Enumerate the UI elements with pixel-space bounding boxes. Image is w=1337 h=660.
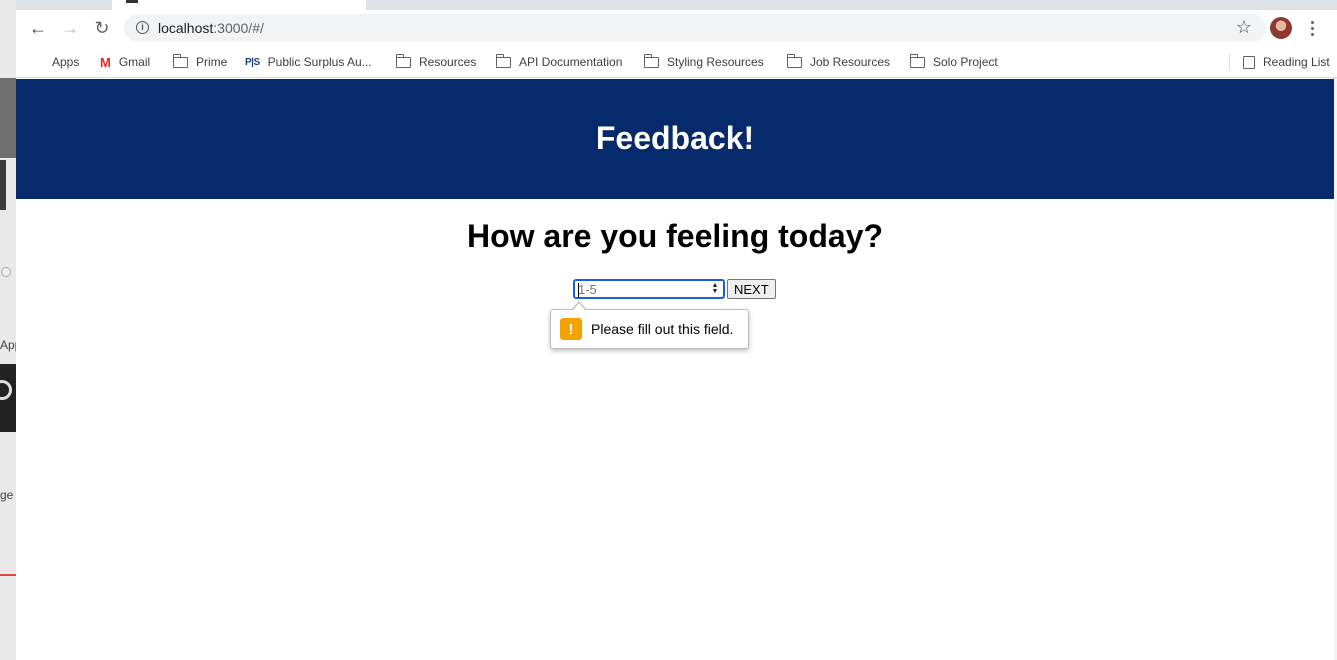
bookmark-styling-resources[interactable]: Styling Resources	[644, 52, 764, 72]
validation-message: Please fill out this field.	[591, 321, 734, 337]
folder-icon	[496, 53, 511, 68]
profile-avatar[interactable]	[1270, 17, 1292, 39]
reading-list-icon	[1243, 55, 1255, 69]
reload-icon[interactable]: ↻	[90, 16, 114, 40]
bookmark-star-icon[interactable]: ☆	[1236, 17, 1252, 38]
url-path: :3000/#/	[213, 20, 264, 36]
bookmark-label: Styling Resources	[667, 55, 764, 69]
browser-menu-icon[interactable]	[1306, 17, 1318, 39]
bookmark-job-resources[interactable]: Job Resources	[787, 52, 890, 72]
url-host: localhost	[158, 20, 214, 36]
background-window-edge: App ge	[0, 0, 16, 660]
bookmark-gmail[interactable]: M Gmail	[100, 52, 150, 72]
folder-icon	[396, 53, 411, 68]
number-spinner-icon[interactable]: ▲ ▼	[711, 282, 719, 296]
bookmark-label: Gmail	[118, 55, 151, 69]
page-title: Feedback!	[595, 119, 755, 156]
reading-list-button[interactable]: Reading List	[1243, 52, 1330, 72]
url-text[interactable]: localhost:3000/#/	[158, 20, 264, 36]
bookmark-prime[interactable]: Prime	[173, 52, 227, 72]
back-arrow-icon[interactable]: ←	[26, 16, 50, 40]
browser-toolbar: ← → ↻ i localhost:3000/#/ ☆	[16, 10, 1337, 46]
feedback-form: 1-5 ▲ ▼ NEXT	[573, 279, 776, 299]
site-info-icon[interactable]: i	[136, 21, 149, 34]
input-placeholder: 1-5	[578, 282, 597, 297]
folder-icon	[787, 53, 802, 68]
question-heading: How are you feeling today?	[466, 218, 884, 254]
next-button[interactable]: NEXT	[727, 279, 776, 299]
tab-strip	[16, 0, 1337, 10]
bookmark-label: Apps	[52, 55, 80, 69]
bookmark-label: API Documentation	[519, 55, 623, 69]
public-surplus-icon: P|S	[245, 56, 260, 68]
bookmark-label: Job Resources	[810, 55, 891, 69]
bookmark-apps[interactable]: Apps	[30, 52, 79, 72]
feeling-rating-input[interactable]: 1-5 ▲ ▼	[573, 279, 725, 299]
bookmark-label: Resources	[419, 55, 477, 69]
gmail-icon: M	[100, 54, 111, 70]
bookmark-api-documentation[interactable]: API Documentation	[496, 52, 622, 72]
bookmark-label: Prime	[196, 55, 228, 69]
bookmark-public-surplus[interactable]: P|S Public Surplus Au...	[245, 52, 372, 72]
forward-arrow-icon[interactable]: →	[58, 16, 82, 40]
folder-icon	[644, 53, 659, 68]
bookmark-label: Public Surplus Au...	[267, 55, 372, 69]
folder-icon	[173, 53, 188, 68]
active-tab[interactable]	[112, 0, 366, 10]
bookmark-solo-project[interactable]: Solo Project	[910, 52, 998, 72]
reading-list-label: Reading List	[1263, 55, 1330, 69]
bookmark-label: Solo Project	[933, 55, 998, 69]
warning-icon: !	[560, 318, 582, 340]
bookmarks-bar: Apps M Gmail Prime P|S Public Surplus Au…	[16, 46, 1337, 78]
text-caret	[578, 283, 579, 297]
folder-icon	[910, 53, 925, 68]
app-header: Feedback!	[16, 79, 1334, 199]
page-content: Feedback! How are you feeling today? 1-5…	[16, 79, 1334, 660]
bookmarks-separator	[1229, 54, 1230, 70]
bookmark-resources[interactable]: Resources	[396, 52, 476, 72]
address-bar[interactable]: i localhost:3000/#/ ☆	[124, 14, 1266, 42]
apps-grid-icon	[30, 55, 44, 69]
tab-favicon-icon	[126, 0, 138, 3]
validation-tooltip: ! Please fill out this field.	[550, 301, 749, 349]
